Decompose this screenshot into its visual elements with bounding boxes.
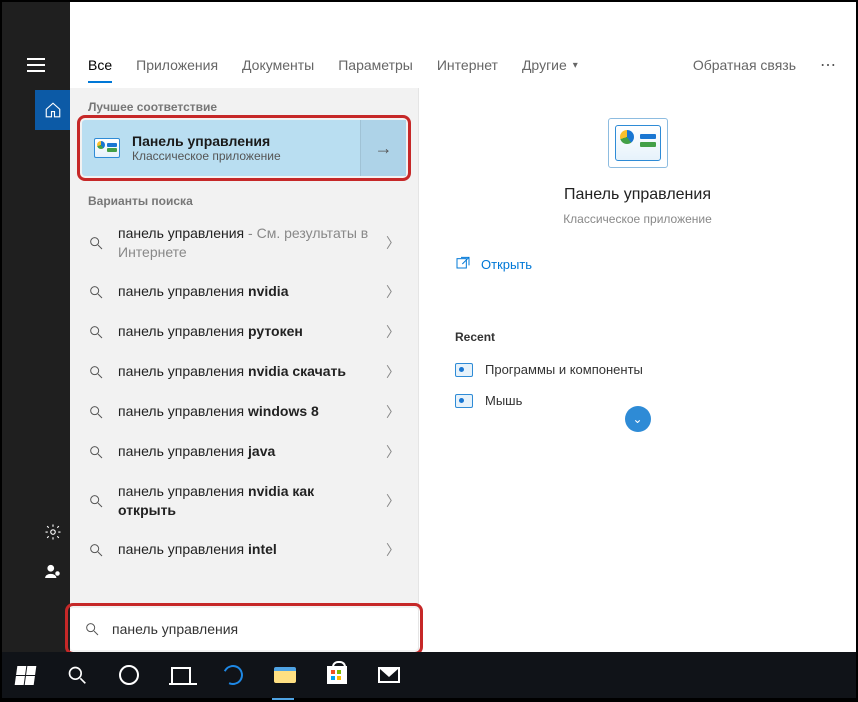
search-option-text: панель управления windows 8 [118, 402, 372, 421]
chevron-right-icon: 〉 [386, 233, 400, 253]
open-action[interactable]: Открыть [419, 226, 856, 272]
cortana-button[interactable] [114, 660, 144, 690]
search-icon [88, 493, 104, 509]
folder-icon [274, 667, 296, 683]
programs-icon [455, 363, 473, 377]
open-label: Открыть [481, 257, 532, 272]
search-icon [88, 404, 104, 420]
detail-subtitle: Классическое приложение [563, 212, 712, 226]
tab-other[interactable]: Другие [522, 57, 567, 73]
mouse-icon [455, 394, 473, 408]
home-icon [44, 101, 62, 119]
search-icon [88, 284, 104, 300]
best-match-subtitle: Классическое приложение [132, 149, 360, 163]
search-icon [88, 235, 104, 251]
mail-button[interactable] [374, 660, 404, 690]
search-option-text: панель управления nvidia [118, 282, 372, 301]
search-option-text: панель управления nvidia как открыть [118, 482, 372, 520]
chevron-right-icon: 〉 [386, 540, 400, 560]
hamburger-icon [27, 58, 45, 72]
search-option-text: панель управления nvidia скачать [118, 362, 372, 381]
search-option-text: панель управления intel [118, 540, 372, 559]
search-option-text: панель управления рутокен [118, 322, 372, 341]
tab-all[interactable]: Все [88, 57, 112, 83]
feedback-link[interactable]: Обратная связь [693, 57, 796, 73]
task-view-button[interactable] [166, 660, 196, 690]
task-view-icon [171, 667, 191, 683]
search-icon [88, 324, 104, 340]
more-menu[interactable]: ⋯ [820, 55, 838, 75]
detail-title: Панель управления [564, 186, 711, 204]
search-icon [84, 621, 100, 637]
best-match-card[interactable]: Панель управления Классическое приложени… [82, 120, 406, 176]
tab-settings[interactable]: Параметры [338, 57, 413, 73]
hamburger-button[interactable] [2, 42, 70, 88]
search-bar[interactable] [70, 608, 418, 650]
chevron-right-icon: 〉 [386, 491, 400, 511]
edge-icon [220, 662, 246, 688]
account-icon [44, 563, 62, 581]
windows-icon [14, 666, 36, 685]
tab-internet[interactable]: Интернет [437, 57, 498, 73]
recent-item[interactable]: Программы и компоненты [419, 354, 856, 385]
best-match-label: Лучшее соответствие [70, 88, 418, 120]
cortana-icon [119, 665, 139, 685]
gear-icon [44, 523, 62, 541]
details-panel: Панель управления Классическое приложени… [418, 88, 856, 652]
search-input[interactable] [112, 621, 404, 637]
search-option-text: панель управления - См. результаты в Инт… [118, 224, 372, 262]
store-icon [327, 666, 347, 684]
home-tile[interactable] [35, 90, 70, 130]
open-icon [455, 256, 471, 272]
taskbar-search[interactable] [62, 660, 92, 690]
tab-docs[interactable]: Документы [242, 57, 314, 73]
search-icon [88, 364, 104, 380]
search-option-row[interactable]: панель управления nvidia скачать 〉 [70, 352, 418, 392]
settings-tile[interactable] [35, 512, 70, 552]
start-button[interactable] [10, 660, 40, 690]
search-option-row[interactable]: панель управления windows 8 〉 [70, 392, 418, 432]
topnav: Все Приложения Документы Параметры Интер… [70, 42, 856, 88]
chevron-right-icon: 〉 [386, 402, 400, 422]
variants-label: Варианты поиска [70, 182, 418, 214]
recent-item-label: Программы и компоненты [485, 362, 643, 377]
results-panel: Лучшее соответствие Панель управления Кл… [70, 88, 418, 652]
account-tile[interactable] [35, 552, 70, 592]
search-icon [88, 542, 104, 558]
file-explorer-button[interactable] [270, 660, 300, 690]
chevron-right-icon: 〉 [386, 282, 400, 302]
search-icon [88, 444, 104, 460]
recent-label: Recent [419, 272, 856, 354]
search-option-row[interactable]: панель управления - См. результаты в Инт… [70, 214, 418, 272]
control-panel-icon-large [608, 118, 668, 168]
search-option-row[interactable]: панель управления java 〉 [70, 432, 418, 472]
control-panel-icon [94, 138, 120, 158]
chevron-right-icon: 〉 [386, 322, 400, 342]
expand-down-button[interactable]: ⌄ [625, 406, 651, 432]
recent-item-label: Мышь [485, 393, 522, 408]
chevron-down-icon: ⌄ [632, 412, 642, 426]
search-option-row[interactable]: панель управления рутокен 〉 [70, 312, 418, 352]
chevron-down-icon[interactable]: ▾ [573, 60, 578, 71]
chevron-right-icon: 〉 [386, 362, 400, 382]
store-button[interactable] [322, 660, 352, 690]
search-option-text: панель управления java [118, 442, 372, 461]
search-option-row[interactable]: панель управления intel 〉 [70, 530, 418, 570]
search-option-row[interactable]: панель управления nvidia как открыть 〉 [70, 472, 418, 530]
chevron-right-icon: 〉 [386, 442, 400, 462]
search-option-row[interactable]: панель управления nvidia 〉 [70, 272, 418, 312]
taskbar [2, 652, 856, 698]
tab-apps[interactable]: Приложения [136, 57, 218, 73]
mail-icon [378, 667, 400, 683]
arrow-right-icon[interactable]: → [360, 120, 406, 176]
edge-button[interactable] [218, 660, 248, 690]
search-icon [67, 665, 87, 685]
best-match-title: Панель управления [132, 133, 360, 149]
